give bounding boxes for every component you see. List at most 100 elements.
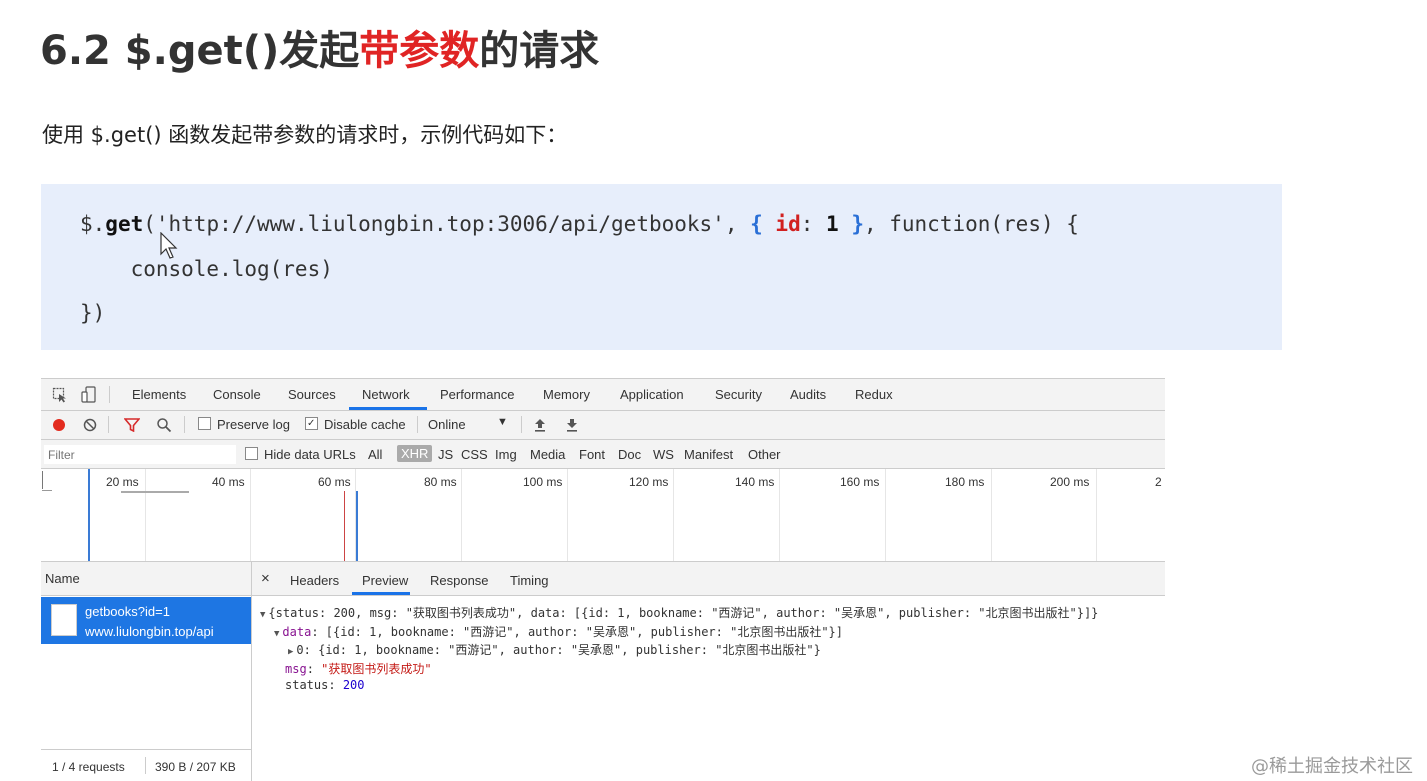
title-suffix: 的请求	[479, 28, 600, 74]
divider	[109, 386, 110, 403]
tab-network[interactable]: Network	[362, 387, 410, 402]
hide-data-urls-checkbox[interactable]: Hide data URLs	[245, 447, 356, 462]
timeline-tick-label: 160 ms	[840, 475, 880, 489]
expanded-triangle-icon: ▼	[274, 629, 280, 639]
timeline-gridline	[145, 469, 146, 561]
request-row-getbooks[interactable]: getbooks?id=1 www.liulongbin.top/api	[41, 597, 251, 644]
dom-content-loaded-line	[88, 469, 90, 561]
mouse-cursor-icon	[160, 232, 178, 259]
preview-item-line[interactable]: ▶ 0: {id: 1, bookname: "西游记", author: "吴承…	[288, 641, 821, 658]
preview-msg-line: msg: "获取图书列表成功"	[285, 662, 432, 676]
preview-status-line: status: 200	[285, 678, 365, 692]
code-token: {	[750, 212, 763, 236]
tab-elements[interactable]: Elements	[132, 387, 186, 402]
network-status-bar: 1 / 4 requests 390 B / 207 KB	[41, 749, 251, 781]
preview-root-text: {status: 200, msg: "获取图书列表成功", data: [{i…	[268, 606, 1099, 620]
filter-input[interactable]	[44, 445, 236, 464]
disable-cache-checkbox[interactable]: Disable cache	[305, 417, 406, 432]
export-har-icon[interactable]	[566, 418, 578, 432]
tab-redux[interactable]: Redux	[855, 387, 893, 402]
timeline-tick-label: 2	[1155, 475, 1162, 489]
timeline-tick-label: 80 ms	[424, 475, 457, 489]
devtools-tabbar: Elements Console Sources Network Perform…	[41, 379, 1165, 411]
filter-type-css[interactable]: CSS	[461, 447, 488, 462]
filter-icon[interactable]	[124, 418, 140, 432]
tab-security[interactable]: Security	[715, 387, 762, 402]
filter-type-xhr[interactable]: XHR	[397, 445, 433, 462]
collapsed-triangle-icon: ▶	[288, 647, 294, 657]
document-icon	[51, 604, 77, 636]
name-column-header[interactable]: Name	[41, 562, 251, 596]
timeline-gridline	[885, 469, 886, 561]
devtools-panel: Elements Console Sources Network Perform…	[41, 378, 1165, 781]
preview-item-text: 0: {id: 1, bookname: "西游记", author: "吴承恩…	[296, 643, 821, 657]
tab-memory[interactable]: Memory	[543, 387, 590, 402]
filter-type-img[interactable]: Img	[495, 447, 517, 462]
load-event-line	[344, 491, 345, 561]
divider	[145, 757, 146, 774]
record-icon[interactable]	[52, 418, 66, 432]
import-har-icon[interactable]	[534, 418, 546, 432]
search-icon[interactable]	[156, 417, 172, 433]
divider	[521, 416, 522, 433]
filter-bar: Hide data URLs All XHR JS CSS Img Media …	[41, 440, 1165, 469]
filter-type-ws[interactable]: WS	[653, 447, 674, 462]
filter-type-media[interactable]: Media	[530, 447, 565, 462]
timeline-marker	[42, 490, 52, 491]
timeline-tick-label: 200 ms	[1050, 475, 1090, 489]
tab-preview[interactable]: Preview	[362, 573, 408, 588]
tab-sources[interactable]: Sources	[288, 387, 336, 402]
detail-tabbar: × Headers Preview Response Timing	[252, 562, 1165, 596]
code-line-3: })	[80, 301, 106, 325]
active-detail-tab-indicator	[352, 592, 410, 595]
filter-type-doc[interactable]: Doc	[618, 447, 641, 462]
request-domain: www.liulongbin.top/api	[85, 624, 214, 639]
name-header-label: Name	[45, 571, 80, 586]
clear-icon[interactable]	[83, 418, 97, 432]
chevron-down-icon[interactable]: ▼	[497, 416, 508, 428]
tab-headers[interactable]: Headers	[290, 573, 339, 588]
filter-type-all[interactable]: All	[368, 447, 382, 462]
finish-line	[356, 491, 358, 561]
preview-data-line[interactable]: ▼ data: [{id: 1, bookname: "西游记", author:…	[274, 623, 843, 640]
tab-timing[interactable]: Timing	[510, 573, 549, 588]
title-highlight: 带参数	[359, 28, 480, 74]
timeline-tick-label: 180 ms	[945, 475, 985, 489]
code-token: }	[838, 212, 864, 236]
inspect-element-icon[interactable]	[52, 387, 68, 403]
tab-console[interactable]: Console	[213, 387, 261, 402]
preserve-log-checkbox[interactable]: Preserve log	[198, 417, 290, 432]
filter-type-manifest[interactable]: Manifest	[684, 447, 733, 462]
filter-type-other[interactable]: Other	[748, 447, 781, 462]
tab-response[interactable]: Response	[430, 573, 489, 588]
code-token: , function(res) {	[863, 212, 1079, 236]
filter-type-font[interactable]: Font	[579, 447, 605, 462]
tab-audits[interactable]: Audits	[790, 387, 826, 402]
timeline-marker	[42, 471, 43, 489]
preview-number: 200	[342, 678, 365, 692]
divider	[184, 416, 185, 433]
close-icon[interactable]: ×	[261, 570, 270, 587]
tab-application[interactable]: Application	[620, 387, 684, 402]
transfer-size: 390 B / 207 KB	[155, 760, 236, 774]
timeline-tick-label: 140 ms	[735, 475, 775, 489]
device-toolbar-icon[interactable]	[81, 386, 97, 403]
code-block: $.get('http://www.liulongbin.top:3006/ap…	[41, 184, 1282, 350]
active-tab-indicator	[349, 407, 427, 410]
request-list: Name getbooks?id=1 www.liulongbin.top/ap…	[41, 562, 252, 781]
preview-key: msg	[285, 662, 307, 676]
filter-type-js[interactable]: JS	[438, 447, 453, 462]
network-overview-timeline[interactable]: 20 ms 40 ms 60 ms 80 ms 100 ms 120 ms 14…	[41, 469, 1165, 562]
preview-root-line[interactable]: ▼ {status: 200, msg: "获取图书列表成功", data: [{…	[260, 604, 1098, 621]
timeline-gridline	[1096, 469, 1097, 561]
throttle-select[interactable]: Online	[428, 417, 466, 432]
expanded-triangle-icon: ▼	[260, 610, 266, 620]
watermark: @稀土掘金技术社区	[1251, 756, 1413, 777]
preview-string: "获取图书列表成功"	[321, 662, 432, 676]
timeline-gridline	[673, 469, 674, 561]
tab-performance[interactable]: Performance	[440, 387, 514, 402]
preview-value: : [{id: 1, bookname: "西游记", author: "吴承恩…	[311, 625, 844, 639]
timeline-gridline	[250, 469, 251, 561]
code-token: id	[775, 212, 801, 236]
timeline-tick-label: 120 ms	[629, 475, 669, 489]
